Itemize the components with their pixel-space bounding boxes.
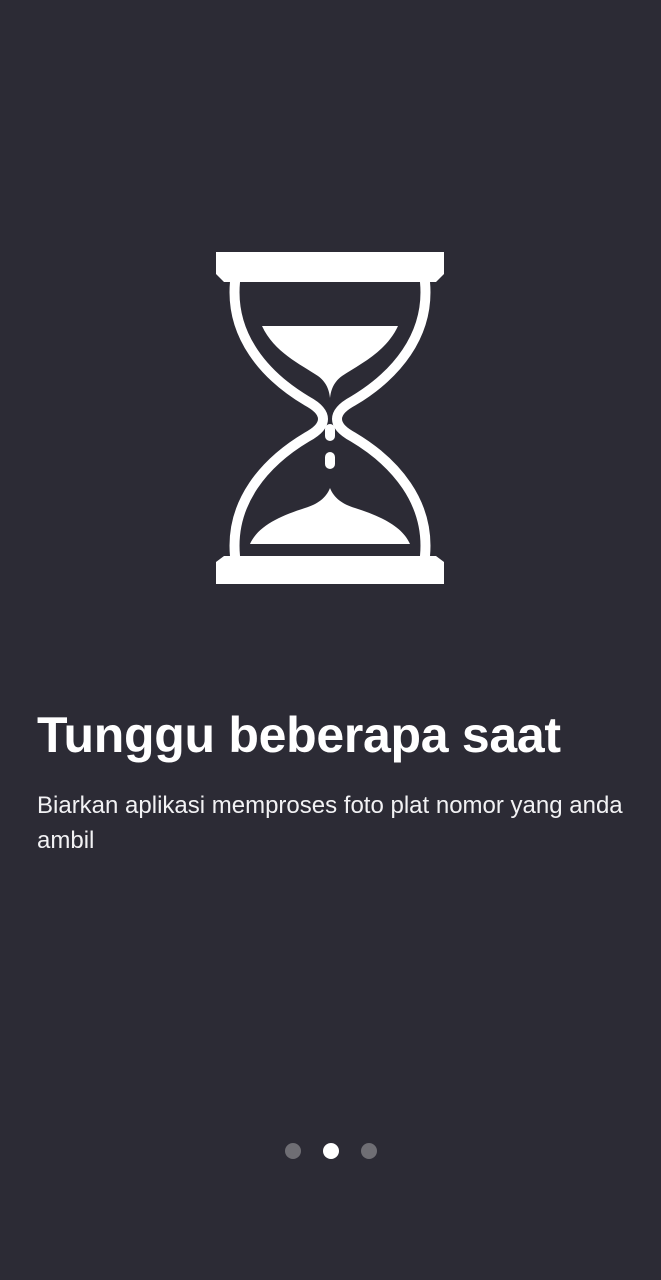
page-indicator-dot-3[interactable] bbox=[360, 1143, 377, 1159]
page-indicator-dot-2-active[interactable] bbox=[322, 1143, 339, 1159]
page-title: Tunggu beberapa saat bbox=[37, 707, 561, 763]
page-description: Biarkan aplikasi memproses foto plat nom… bbox=[37, 792, 623, 854]
onboarding-screen: Tunggu beberapa saat Biarkan aplikasi me… bbox=[0, 0, 661, 1280]
hourglass-icon bbox=[216, 252, 444, 584]
page-indicator bbox=[0, 1143, 661, 1159]
page-indicator-dot-1[interactable] bbox=[284, 1143, 301, 1159]
